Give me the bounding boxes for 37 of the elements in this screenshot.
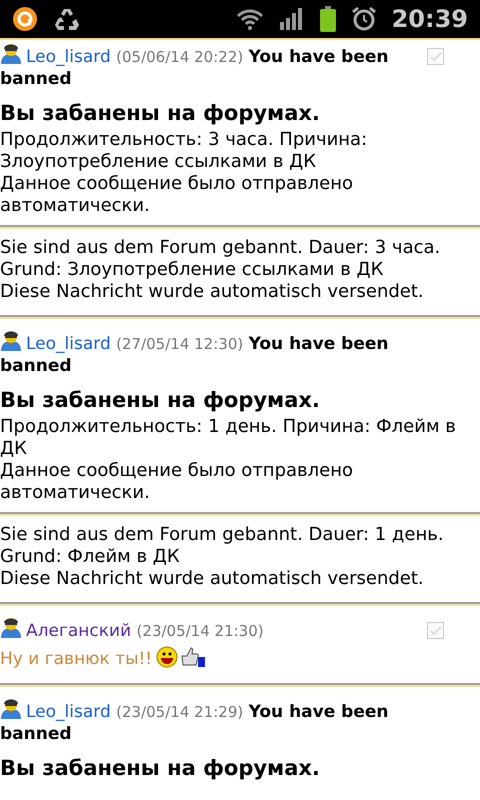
user-avatar-icon xyxy=(0,616,22,638)
message-date: (23/05/14 21:30) xyxy=(136,622,264,640)
user-avatar-icon xyxy=(0,42,22,64)
recycle-icon xyxy=(54,7,80,31)
app-icon xyxy=(12,6,38,32)
thumbs-up-icon xyxy=(180,646,206,668)
message-subject: You have been xyxy=(248,334,389,354)
message-heading: Вы забанены на форумах. xyxy=(0,100,321,126)
smiley-icon xyxy=(156,646,178,668)
message-date: (27/05/14 12:30) xyxy=(116,335,244,353)
message-checkbox[interactable] xyxy=(427,622,444,639)
message-subject: banned xyxy=(0,724,72,744)
user-avatar-icon xyxy=(0,329,22,351)
message-text: Sie sind aus dem Forum gebannt. Dauer: 1 день. Grund: Флейм в ДК Diese Nachricht wurde automatisch versendet. xyxy=(0,524,445,590)
author-name[interactable]: Leo_lisard xyxy=(26,334,111,354)
signal-icon xyxy=(280,8,304,30)
message-heading: Вы забанены на форумах. xyxy=(0,387,321,413)
message-date: (23/05/14 21:29) xyxy=(116,703,244,721)
author-name[interactable]: Leo_lisard xyxy=(26,47,111,67)
message-text: Продолжительность: 3 часа. Причина: Злоупотребление ссылками в ДК Данное сообщение было отправлено автоматически. xyxy=(0,129,368,217)
author-name[interactable]: Алеганский xyxy=(26,621,132,641)
message-subject: You have been xyxy=(248,47,389,67)
user-avatar-icon xyxy=(0,697,22,719)
message-text: Sie sind aus dem Forum gebannt. Dauer: 3 часа. Grund: Злоупотребление ссылками в ДК Diese Nachricht wurde automatisch versendet. xyxy=(0,237,442,303)
message-date: (05/06/14 20:22) xyxy=(116,48,244,66)
alarm-icon xyxy=(352,7,376,31)
message-text: Продолжительность: 1 день. Причина: Флейм в ДК Данное сообщение было отправлено автоматически. xyxy=(0,416,457,504)
message-subject: banned xyxy=(0,356,72,376)
message-heading: Вы забанены на форумах. xyxy=(0,755,321,781)
battery-icon xyxy=(320,6,336,32)
message-subject: You have been xyxy=(248,702,389,722)
message-subject: banned xyxy=(0,69,72,89)
author-name[interactable]: Leo_lisard xyxy=(26,702,111,722)
clock-time: 20:39 xyxy=(392,4,468,35)
comment-text: Ну и гавнюк ты!! xyxy=(0,649,152,669)
wifi-icon xyxy=(236,8,264,30)
message-checkbox[interactable] xyxy=(427,48,444,65)
